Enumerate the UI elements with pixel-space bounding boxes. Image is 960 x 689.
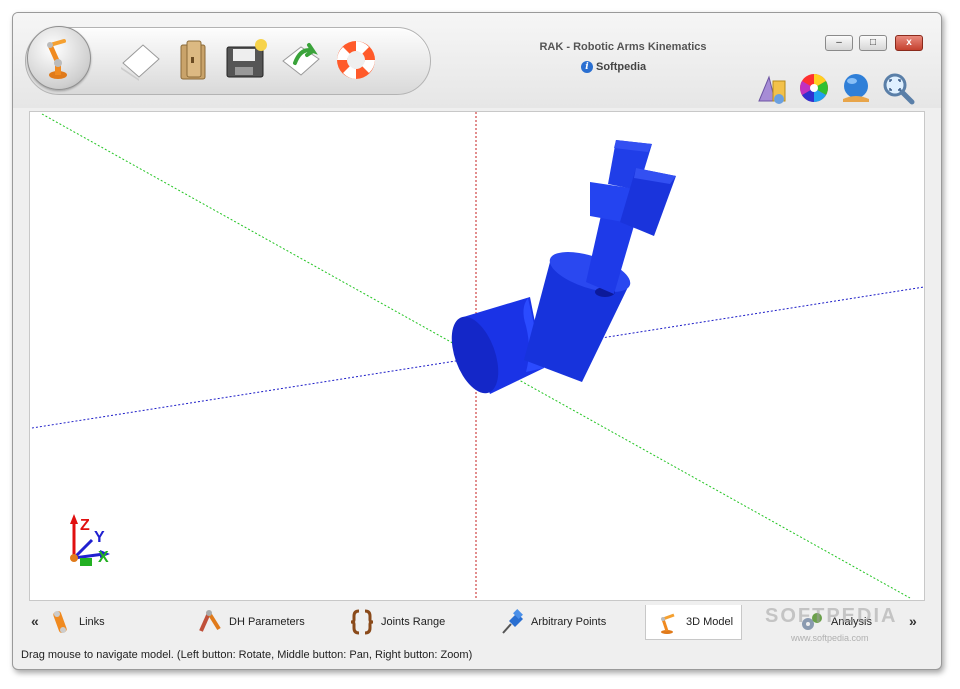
robot-arm-icon xyxy=(661,613,675,634)
home-button[interactable] xyxy=(27,26,91,90)
new-file-icon[interactable] xyxy=(117,37,163,83)
help-lifebuoy-icon[interactable] xyxy=(333,37,379,83)
brand: i Softpedia xyxy=(581,61,646,73)
tab-joints-range[interactable]: Joints Range xyxy=(349,605,445,639)
maximize-button[interactable]: □ xyxy=(859,35,887,51)
save-icon[interactable] xyxy=(223,37,269,83)
brand-label: Softpedia xyxy=(596,61,647,73)
pushpin-icon xyxy=(502,609,523,634)
tab-label: Joints Range xyxy=(381,616,446,628)
tab-arbitrary-points[interactable]: Arbitrary Points xyxy=(499,605,606,639)
zoom-fit-icon[interactable] xyxy=(881,71,915,105)
globe-icon[interactable] xyxy=(839,71,873,105)
tab-label: 3D Model xyxy=(686,616,734,628)
watermark: SOFTPEDIA xyxy=(765,605,898,627)
close-button[interactable]: x xyxy=(895,35,923,51)
tab-3d-model[interactable]: 3D Model xyxy=(645,605,743,640)
robot-arm-icon xyxy=(47,39,67,79)
3d-viewport[interactable]: Z Y X xyxy=(29,111,925,601)
z-axis-label: Z xyxy=(80,517,90,534)
info-icon: i xyxy=(581,61,593,73)
app-window: RAK - Robotic Arms Kinematics i Softpedi… xyxy=(12,12,942,670)
axis-gizmo: Z Y X xyxy=(70,514,110,566)
tab-label: Links xyxy=(79,616,105,628)
tab-label: DH Parameters xyxy=(229,616,305,628)
export-icon[interactable] xyxy=(279,37,325,83)
3d-scene[interactable]: Z Y X xyxy=(30,112,925,600)
shapes-icon[interactable] xyxy=(755,71,789,105)
links-icon xyxy=(53,611,67,633)
tab-label: Arbitrary Points xyxy=(531,616,607,628)
color-wheel-icon[interactable] xyxy=(797,71,831,105)
title-toolbar-area: RAK - Robotic Arms Kinematics i Softpedi… xyxy=(13,13,941,108)
open-folder-icon[interactable] xyxy=(171,37,217,83)
dh-parameters-icon xyxy=(199,610,221,632)
tab-dh-parameters[interactable]: DH Parameters xyxy=(197,605,305,639)
tab-links[interactable]: Links xyxy=(47,605,105,639)
joints-range-icon xyxy=(350,609,374,635)
y-axis-label: Y xyxy=(94,529,105,546)
app-title: RAK - Robotic Arms Kinematics xyxy=(539,41,707,53)
robot-arm-model[interactable] xyxy=(443,140,676,399)
x-axis-label: X xyxy=(98,549,109,566)
minimize-button[interactable]: – xyxy=(825,35,853,51)
status-bar-text: Drag mouse to navigate model. (Left butt… xyxy=(21,649,473,661)
watermark-url: www.softpedia.com xyxy=(791,633,869,643)
